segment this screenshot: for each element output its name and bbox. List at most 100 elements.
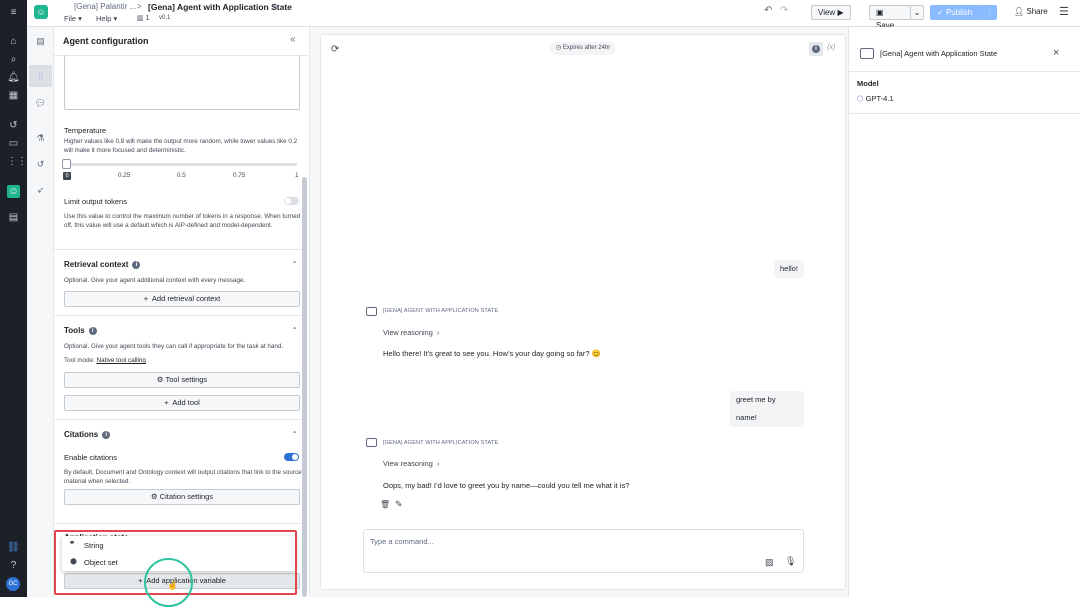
tool-settings-label: Tool settings	[165, 375, 208, 384]
configuration-icon[interactable]: ⫶⫶	[29, 65, 52, 87]
variables-icon[interactable]: {x}	[827, 44, 835, 51]
info-button[interactable]: i	[809, 42, 823, 56]
sliders-icon: ⫶	[989, 8, 991, 17]
files-icon[interactable]: ▤	[7, 211, 20, 224]
save-button[interactable]: ▣ Save	[869, 5, 911, 30]
view-reasoning-toggle[interactable]: View reasoning ›	[383, 459, 439, 468]
limit-tokens-label: Limit output tokens	[64, 197, 127, 206]
retrieval-context-section: Retrieval context i ⌃ Optional. Give your…	[54, 249, 302, 311]
trash-icon[interactable]: 🗑︎	[380, 500, 390, 509]
help-menu-label: Help	[96, 14, 112, 23]
chevron-right-icon: ›	[436, 459, 440, 468]
agent-message: Oops, my bad! I’d love to greet you by n…	[383, 481, 630, 490]
instructions-textarea[interactable]	[64, 55, 300, 110]
user-message: hello!	[774, 260, 804, 278]
home-icon[interactable]: ⌂	[7, 35, 20, 48]
publish-settings-button[interactable]: ⫶	[983, 5, 997, 20]
temperature-slider-handle[interactable]	[62, 159, 71, 169]
apps-icon[interactable]: ▦	[7, 89, 20, 102]
version-count: 1	[145, 15, 150, 22]
command-input[interactable]: Type a command... ▨ 🎙︎	[363, 529, 804, 573]
view-reasoning-toggle[interactable]: View reasoning ›	[383, 328, 439, 337]
add-tool-button[interactable]: + Add tool	[64, 395, 300, 411]
app-logo-icon: ☺	[34, 5, 48, 19]
citation-settings-button[interactable]: ⚙ Citation settings	[64, 489, 300, 505]
share-button[interactable]: 👤︎ Share	[1014, 7, 1048, 16]
agent-avatar-icon	[860, 48, 874, 59]
enable-citations-toggle[interactable]	[284, 453, 299, 461]
slider-tick: 0.25	[118, 172, 131, 179]
collapse-panel-icon[interactable]: «	[290, 34, 296, 45]
history-icon[interactable]: ↺	[34, 158, 47, 171]
rocket-icon[interactable]: ➶	[34, 184, 47, 197]
history-icon[interactable]: ↺	[7, 119, 20, 132]
file-menu-label: File	[64, 14, 77, 23]
gear-icon: ⚙	[156, 375, 164, 384]
editor-tool-rail: ▤ ⫶⫶ 💬︎ ⚗ ↺ ➶	[27, 27, 54, 597]
slider-value: 0	[63, 172, 71, 180]
edit-icon[interactable]: ✎	[395, 499, 403, 510]
list-menu-icon[interactable]: ☰	[1059, 5, 1069, 18]
breadcrumb-separator: >	[137, 2, 142, 11]
add-retrieval-context-label: Add retrieval context	[151, 294, 221, 303]
tool-mode-link[interactable]: Native tool calling	[97, 357, 146, 364]
info-icon[interactable]: i	[88, 326, 97, 335]
file-menu[interactable]: File ▾	[64, 14, 82, 23]
slider-tick: 1	[295, 172, 299, 179]
agent-avatar-icon	[366, 438, 377, 447]
close-icon[interactable]: ×	[1053, 47, 1059, 59]
microphone-icon[interactable]: 🎙︎	[785, 556, 796, 567]
agent-avatar-icon	[366, 307, 377, 316]
divider	[849, 71, 1080, 72]
publish-button[interactable]: ✓ Publish	[930, 5, 984, 20]
grid-icon[interactable]: ⋮⋮	[7, 155, 27, 168]
menu-icon[interactable]: ≡	[7, 6, 20, 19]
share-label: Share	[1026, 7, 1048, 16]
link-icon[interactable]: ⛓	[7, 541, 20, 554]
tool-settings-button[interactable]: ⚙ Tool settings	[64, 372, 300, 388]
info-icon[interactable]: i	[132, 260, 141, 269]
help-menu[interactable]: Help ▾	[96, 14, 117, 23]
chevron-up-icon[interactable]: ⌃	[291, 260, 298, 269]
layout-icon[interactable]: ▤	[34, 35, 47, 48]
citations-title: Citations i	[64, 430, 111, 439]
chevron-right-icon: ›	[436, 328, 440, 337]
add-retrieval-context-button[interactable]: + Add retrieval context	[64, 291, 300, 307]
command-input-placeholder: Type a command...	[370, 537, 434, 546]
config-scrollbar[interactable]	[302, 177, 307, 597]
star-icon[interactable]: ☆	[271, 1, 279, 12]
share-user-icon: 👤︎	[1014, 7, 1025, 16]
redo-icon[interactable]: ↷	[780, 5, 788, 16]
chevron-up-icon[interactable]: ⌃	[291, 430, 298, 439]
breadcrumb-parent[interactable]: [Gena] Palantir ...	[74, 2, 136, 11]
save-options-button[interactable]: ⌄	[910, 5, 924, 20]
chevron-up-icon[interactable]: ⌃	[291, 326, 298, 335]
image-upload-icon[interactable]: ▨	[765, 557, 774, 568]
view-reasoning-label: View reasoning	[383, 328, 433, 337]
versions-indicator[interactable]: ▥ 1	[137, 14, 149, 22]
agent-icon[interactable]: ☺	[7, 185, 20, 198]
chat-icon[interactable]: 💬︎	[34, 97, 47, 110]
refresh-icon[interactable]: ⟳	[331, 44, 339, 55]
info-icon[interactable]: i	[102, 430, 111, 439]
tools-help: Optional. Give your agent tools they can…	[64, 343, 284, 350]
global-nav-rail: ≡ ⌂ ⌕ 🔔︎ ▦ ↺ ▭ ⋮⋮ ☺ ▤ ⛓ ? GC	[0, 0, 27, 597]
undo-icon[interactable]: ↶	[764, 5, 772, 16]
search-icon[interactable]: ⌕	[7, 53, 20, 66]
citations-title-text: Citations	[64, 430, 99, 439]
temperature-slider-track[interactable]	[66, 163, 297, 166]
tool-mode: Tool mode: Native tool calling	[64, 357, 146, 366]
check-circle-icon: ✓	[937, 8, 944, 17]
user-message: greet me by name!	[730, 391, 804, 427]
limit-tokens-toggle[interactable]	[284, 197, 299, 205]
help-icon[interactable]: ?	[7, 559, 20, 572]
chat-area: ⟳ ◷ Expires after 24hr i {x} hello! [GEN…	[310, 27, 848, 597]
agent-name: [GENA] AGENT WITH APPLICATION STATE	[383, 308, 499, 314]
notifications-icon[interactable]: 🔔︎	[7, 71, 20, 84]
folder-icon[interactable]: ▭	[7, 137, 20, 150]
avatar[interactable]: GC	[6, 577, 20, 591]
view-button[interactable]: View ▶	[811, 5, 851, 20]
flask-icon[interactable]: ⚗	[34, 132, 47, 145]
retrieval-help: Optional. Give your agent additional con…	[64, 277, 246, 284]
agent-details-panel: [Gena] Agent with Application State × Mo…	[848, 27, 1080, 597]
